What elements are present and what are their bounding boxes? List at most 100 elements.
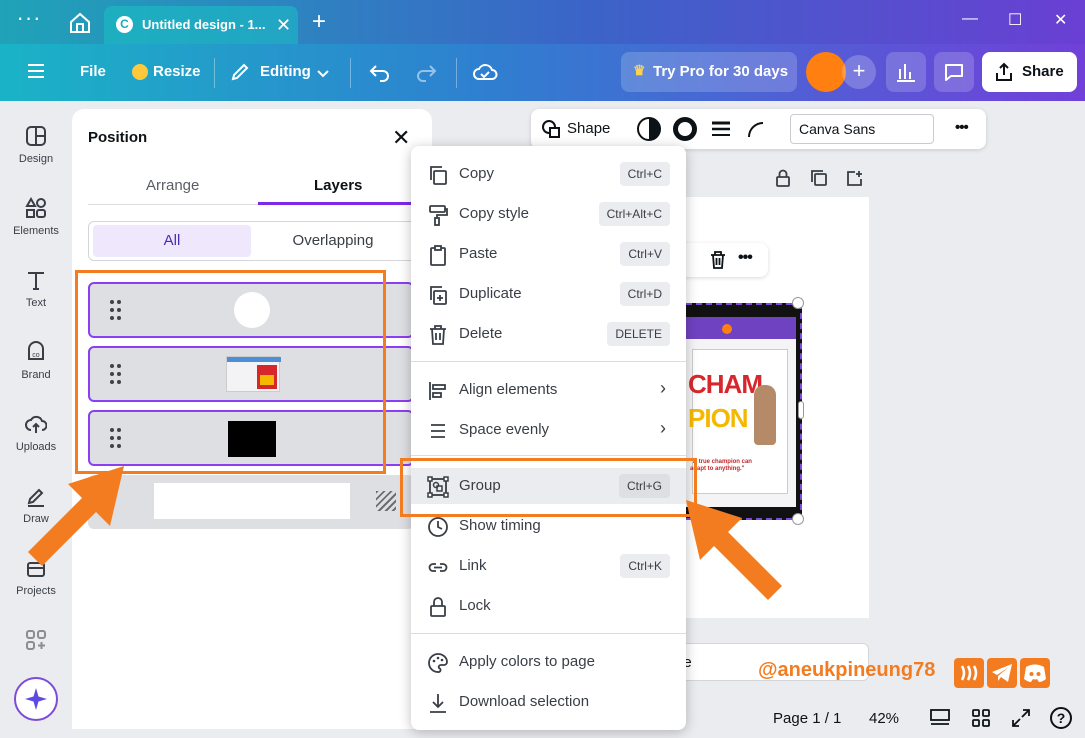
transparency-icon — [376, 491, 396, 511]
filter-overlapping[interactable]: Overlapping — [263, 225, 403, 257]
annotation-arrow-right — [686, 500, 782, 600]
shape-button[interactable]: Shape — [567, 120, 610, 137]
shortcut-badge: Ctrl+C — [619, 162, 670, 186]
editor-toolbar: File Resize Editing ♛ Try Pro for 30 day… — [0, 44, 1085, 101]
menu-item-align-elements[interactable]: Align elements › — [411, 372, 686, 408]
elements-icon — [25, 197, 46, 218]
sidebar-item-text[interactable]: Text — [0, 269, 72, 309]
chevron-right-icon: › — [660, 418, 666, 438]
menu-item-link[interactable]: Link Ctrl+K — [411, 548, 686, 584]
magic-assistant-button[interactable] — [14, 677, 58, 721]
context-menu: Copy Ctrl+C Copy style Ctrl+Alt+C Paste … — [411, 146, 686, 730]
new-tab-icon[interactable]: + — [312, 8, 326, 36]
window-titlebar: ··· C Untitled design - 1... ✕ + — ☐ ✕ — [0, 0, 1085, 44]
menu-item-label: Download selection — [459, 693, 590, 710]
sidebar-item-apps[interactable] — [0, 629, 72, 657]
menu-item-label: Delete — [459, 325, 503, 342]
crown-icon: ♛ — [633, 62, 646, 78]
more-options-icon[interactable]: ••• — [738, 249, 753, 267]
resize-handle[interactable] — [792, 513, 804, 525]
tab-close-icon[interactable]: ✕ — [276, 15, 291, 36]
corner-rounding-icon[interactable] — [747, 119, 767, 139]
user-avatar[interactable] — [806, 52, 846, 92]
color-swatch-icon[interactable] — [637, 117, 661, 141]
menu-item-lock[interactable]: Lock — [411, 588, 686, 624]
sidebar-item-uploads[interactable]: Uploads — [0, 413, 72, 453]
border-style-icon[interactable] — [673, 117, 697, 141]
menu-item-space-evenly[interactable]: Space evenly › — [411, 412, 686, 448]
resize-handle[interactable] — [798, 401, 804, 419]
fullscreen-icon[interactable] — [1012, 709, 1030, 727]
sidebar-item-brand[interactable]: co Brand — [0, 341, 72, 381]
paint-roller-icon — [429, 205, 448, 226]
chevron-right-icon: › — [660, 378, 666, 398]
bar-chart-icon — [897, 64, 915, 82]
window-close-icon[interactable]: ✕ — [1054, 10, 1067, 30]
sidebar-item-design[interactable]: Design — [0, 125, 72, 165]
duplicate-page-icon[interactable] — [810, 169, 828, 187]
share-button[interactable]: Share — [982, 52, 1077, 92]
menu-item-paste[interactable]: Paste Ctrl+V — [411, 236, 686, 272]
insights-button[interactable] — [886, 52, 926, 92]
menu-divider — [411, 455, 686, 456]
app-menu-dots-icon[interactable]: ··· — [14, 7, 44, 34]
menu-item-copy-style[interactable]: Copy style Ctrl+Alt+C — [411, 196, 686, 232]
menu-item-copy[interactable]: Copy Ctrl+C — [411, 156, 686, 192]
thumbnail-grid-icon[interactable] — [972, 709, 990, 727]
comments-button[interactable] — [934, 52, 974, 92]
trash-icon[interactable] — [708, 250, 728, 270]
menu-item-apply-colors[interactable]: Apply colors to page — [411, 644, 686, 680]
comment-icon — [945, 64, 963, 81]
editing-mode-button[interactable]: Editing — [260, 63, 311, 80]
redo-icon[interactable] — [414, 60, 438, 84]
cloud-saved-icon[interactable] — [472, 60, 498, 84]
hamburger-menu-icon[interactable] — [28, 64, 44, 78]
annotation-box-group — [400, 458, 697, 517]
svg-text:co: co — [32, 352, 40, 359]
zoom-level[interactable]: 42% — [869, 710, 899, 727]
font-family-select[interactable]: Canva Sans — [790, 114, 934, 144]
panel-close-icon[interactable]: ✕ — [392, 125, 410, 151]
browser-tab[interactable]: C Untitled design - 1... ✕ — [104, 6, 298, 44]
tab-title: Untitled design - 1... — [142, 17, 266, 32]
tab-layers[interactable]: Layers — [314, 177, 362, 194]
add-page-icon[interactable] — [846, 169, 864, 187]
space-evenly-icon — [431, 424, 445, 438]
help-button[interactable]: ? — [1050, 707, 1072, 729]
shortcut-badge: Ctrl+K — [620, 554, 670, 578]
lock-icon — [430, 597, 446, 617]
file-menu-button[interactable]: File — [80, 63, 106, 80]
menu-item-download-selection[interactable]: Download selection — [411, 684, 686, 720]
layer-filter: All Overlapping — [88, 221, 418, 261]
add-collaborator-button[interactable]: + — [842, 55, 876, 89]
clipboard-icon — [430, 245, 446, 266]
page-indicator[interactable]: Page 1 / 1 — [773, 710, 841, 727]
menu-item-label: Align elements — [459, 381, 558, 398]
page-lock-icon[interactable] — [774, 169, 792, 187]
home-icon[interactable] — [66, 10, 94, 36]
menu-item-label: Copy style — [459, 205, 530, 222]
download-icon — [430, 694, 446, 713]
minimize-icon[interactable]: — — [962, 10, 978, 28]
grid-view-icon[interactable] — [930, 709, 950, 727]
shortcut-badge: Ctrl+D — [619, 282, 670, 306]
layer-thumbnail-background — [154, 483, 350, 519]
try-pro-button[interactable]: ♛ Try Pro for 30 days — [621, 52, 797, 92]
resize-handle[interactable] — [792, 297, 804, 309]
tab-arrange[interactable]: Arrange — [146, 177, 199, 194]
layer-row-background[interactable] — [88, 475, 414, 529]
watermark-handle: @aneukpineung78 — [758, 659, 936, 681]
chevron-down-icon[interactable] — [316, 66, 330, 78]
apps-icon — [26, 630, 46, 650]
sidebar-item-elements[interactable]: Elements — [0, 197, 72, 237]
menu-item-label: Lock — [459, 597, 491, 614]
menu-item-delete[interactable]: Delete DELETE — [411, 316, 686, 352]
menu-item-duplicate[interactable]: Duplicate Ctrl+D — [411, 276, 686, 312]
resize-button[interactable]: Resize — [153, 63, 201, 80]
border-weight-icon[interactable] — [711, 121, 731, 137]
more-options-icon[interactable]: ••• — [955, 119, 969, 136]
maximize-icon[interactable]: ☐ — [1008, 10, 1022, 30]
sidebar-item-label: Design — [18, 153, 54, 165]
undo-icon[interactable] — [368, 60, 392, 84]
filter-all[interactable]: All — [93, 225, 251, 257]
